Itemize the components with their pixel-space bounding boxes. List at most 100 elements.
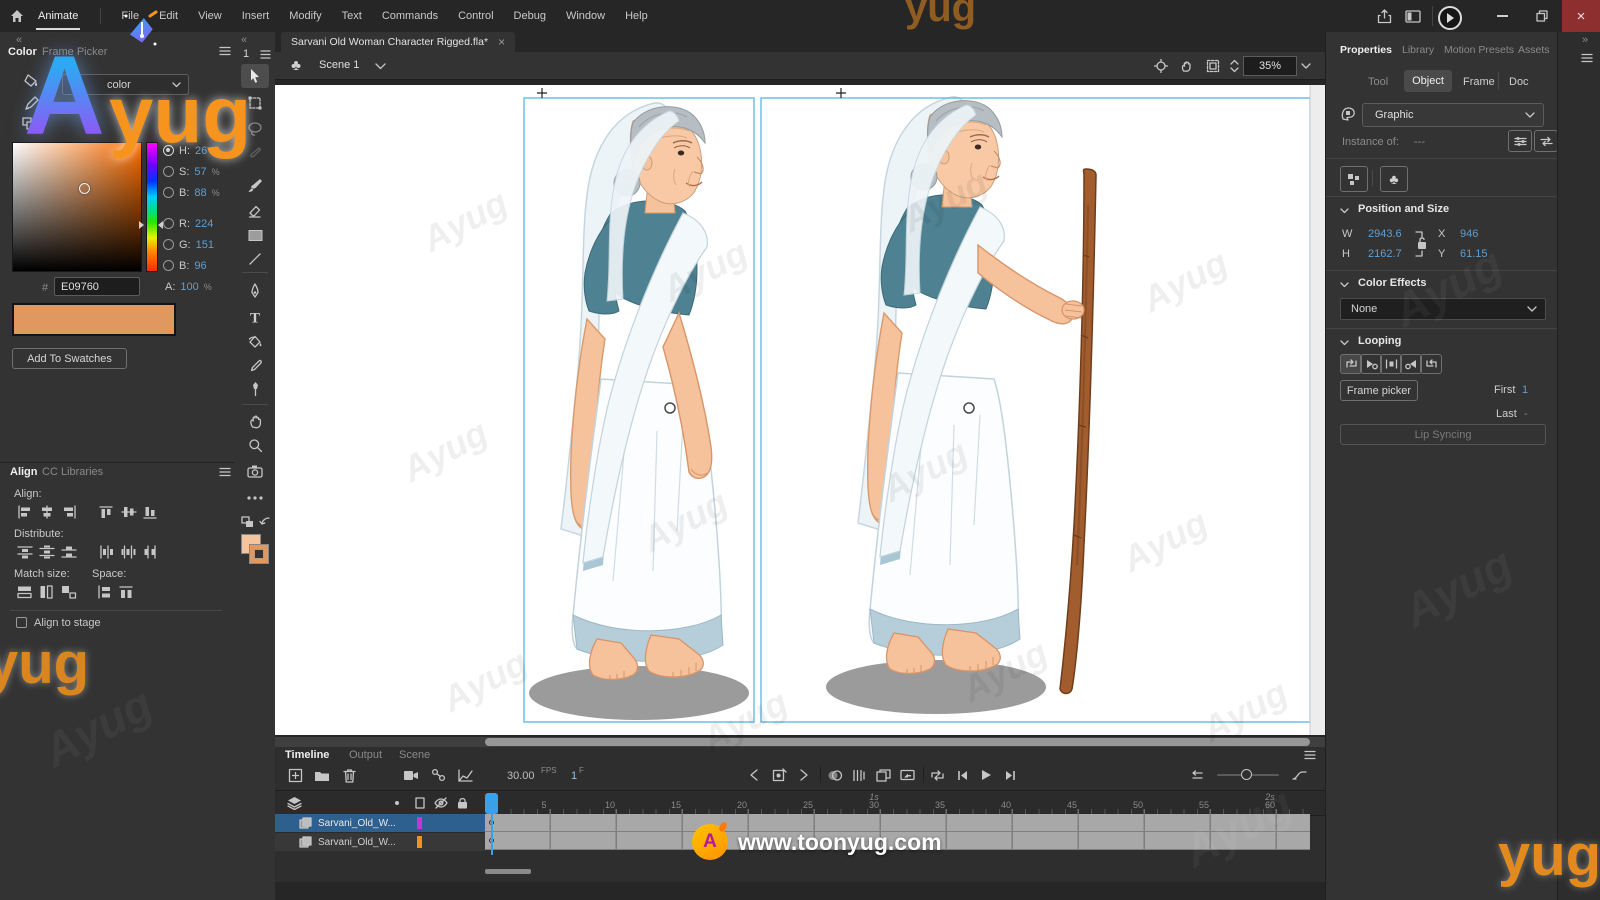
loop-playback-button[interactable] (927, 765, 947, 785)
position-size-header[interactable]: Position and Size (1358, 203, 1449, 215)
panel-menu-icon[interactable] (218, 45, 232, 57)
single-frame-button[interactable] (1380, 354, 1402, 374)
menu-edit[interactable]: Edit (159, 10, 178, 22)
window-close-button[interactable]: × (1562, 0, 1600, 32)
swap-symbol-button[interactable] (1534, 130, 1558, 152)
distribute-horizontal-center-button[interactable] (120, 544, 138, 560)
tools-menu-icon[interactable] (259, 49, 272, 60)
edit-symbol-button[interactable]: ♣ (1380, 166, 1408, 192)
instance-settings-button[interactable] (1508, 130, 1532, 152)
add-camera-button[interactable] (401, 765, 421, 785)
brightness-radio[interactable] (163, 187, 174, 198)
zoom-level-dropdown[interactable]: 35% (1243, 56, 1297, 76)
step-back-button[interactable] (952, 765, 972, 785)
hue-slider[interactable] (146, 142, 158, 272)
menu-commands[interactable]: Commands (382, 10, 438, 22)
match-width-button[interactable] (16, 584, 34, 600)
subtab-doc[interactable]: Doc (1509, 76, 1529, 88)
show-parenting-button[interactable] (428, 765, 448, 785)
lip-syncing-button[interactable]: Lip Syncing (1340, 424, 1546, 445)
eraser-tool[interactable] (241, 200, 269, 222)
h-value[interactable]: 2162.7 (1368, 248, 1402, 260)
lock-layers-icon[interactable] (455, 796, 469, 810)
layer-row-selected[interactable]: Sarvani_Old_W... (275, 814, 485, 832)
workspace-layout-icon[interactable] (1404, 8, 1422, 24)
loop-mode-button[interactable] (1340, 354, 1362, 374)
pen-tool[interactable] (241, 280, 269, 302)
play-once-button[interactable] (1360, 354, 1382, 374)
align-left-edge-button[interactable] (16, 504, 34, 520)
section-chevron-icon[interactable] (1340, 208, 1349, 214)
align-panel-menu-icon[interactable] (218, 466, 232, 478)
timeline-zoom-knob[interactable] (1241, 769, 1252, 780)
fill-color-tool-icon[interactable] (22, 72, 42, 90)
delete-button[interactable] (339, 765, 359, 785)
menu-debug[interactable]: Debug (514, 10, 546, 22)
fluid-brush-tool[interactable] (241, 142, 269, 164)
add-to-swatches-button[interactable]: Add To Swatches (12, 348, 127, 369)
new-folder-button[interactable] (312, 765, 332, 785)
looping-header[interactable]: Looping (1358, 335, 1401, 347)
hex-input[interactable] (54, 277, 140, 296)
tab-scene[interactable]: Scene (399, 749, 430, 761)
tab-align[interactable]: Align (10, 466, 38, 478)
graph-editor-button[interactable] (455, 765, 475, 785)
stage[interactable] (275, 85, 1325, 735)
symbol-type-dropdown[interactable]: Graphic (1362, 103, 1544, 127)
line-tool[interactable] (241, 248, 269, 270)
align-vertical-center-button[interactable] (120, 504, 138, 520)
tab-cc-libraries[interactable]: CC Libraries (42, 466, 103, 478)
align-bottom-edge-button[interactable] (142, 504, 160, 520)
hue-slider-handle[interactable] (138, 220, 164, 230)
menu-text[interactable]: Text (342, 10, 362, 22)
subtab-tool[interactable]: Tool (1368, 76, 1388, 88)
previous-keyframe-button[interactable] (745, 765, 763, 785)
distribute-vertical-center-button[interactable] (38, 544, 56, 560)
tab-timeline[interactable]: Timeline (285, 749, 329, 761)
color-type-dropdown[interactable]: color (62, 74, 189, 95)
document-tab[interactable]: Sarvani Old Woman Character Rigged.fla* … (281, 32, 515, 52)
insert-frame-button[interactable] (285, 765, 305, 785)
w-value[interactable]: 2943.6 (1368, 228, 1402, 240)
layer-color-chip[interactable] (417, 817, 422, 829)
align-to-stage-checkbox[interactable] (16, 617, 27, 628)
subtab-object[interactable]: Object (1404, 70, 1452, 92)
break-apart-button[interactable] (1340, 166, 1368, 192)
red-radio[interactable] (163, 218, 174, 229)
distribute-bottom-button[interactable] (60, 544, 78, 560)
layer-row[interactable]: Sarvani_Old_W... (275, 832, 485, 851)
document-tab-close-icon[interactable]: × (498, 35, 505, 49)
color-effects-dropdown[interactable]: None (1340, 298, 1546, 320)
subtab-frame[interactable]: Frame (1463, 76, 1495, 88)
share-icon[interactable] (1375, 7, 1393, 25)
eyedropper-tool[interactable] (241, 354, 269, 376)
window-minimize-button[interactable] (1482, 0, 1522, 32)
distribute-right-button[interactable] (142, 544, 160, 560)
menu-control[interactable]: Control (458, 10, 493, 22)
window-restore-button[interactable] (1522, 0, 1562, 32)
last-frame-value[interactable]: - (1524, 408, 1528, 420)
distribute-left-button[interactable] (98, 544, 116, 560)
swap-colors-icon[interactable] (239, 514, 257, 530)
reset-timeline-zoom-button[interactable] (1187, 765, 1207, 785)
timeline-zoom-slider[interactable] (1217, 774, 1279, 776)
zoom-dropdown-chevron-icon[interactable] (1301, 63, 1311, 69)
layer-frames-track[interactable] (485, 832, 1310, 850)
blue-radio[interactable] (163, 260, 174, 271)
onion-skin-outlines-button[interactable] (849, 765, 869, 785)
tab-assets[interactable]: Assets (1518, 44, 1550, 56)
collapse-tools-icon[interactable]: « (241, 34, 247, 46)
symbol-clover-icon[interactable]: ♣ (287, 57, 305, 74)
play-button[interactable] (976, 765, 996, 785)
highlight-layers-dot-icon[interactable] (393, 799, 401, 807)
tab-color[interactable]: Color (8, 46, 37, 58)
section-chevron-icon[interactable] (1340, 282, 1349, 288)
asset-warp-tool[interactable] (241, 378, 269, 400)
match-width-height-button[interactable] (60, 584, 78, 600)
space-horizontal-button[interactable] (118, 584, 136, 600)
home-icon[interactable] (8, 7, 26, 25)
menu-window[interactable]: Window (566, 10, 605, 22)
space-vertical-button[interactable] (96, 584, 114, 600)
tab-library[interactable]: Library (1402, 44, 1434, 56)
align-horizontal-center-button[interactable] (38, 504, 56, 520)
